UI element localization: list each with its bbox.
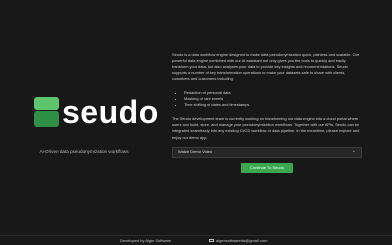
seudo-logo: seudo: [34, 96, 159, 128]
footer-email-link[interactable]: aigensoftwareltd@gmail.com: [209, 238, 267, 243]
footer-email-text: aigensoftwareltd@gmail.com: [216, 238, 268, 243]
feature-item: Time shifting of dates and timestamps: [184, 102, 362, 108]
mail-icon: [209, 238, 214, 243]
logo-mark-icon: [34, 97, 59, 127]
feature-list: Redaction of personal data Masking of ra…: [172, 90, 362, 108]
footer-credit: Developed by Aigin Software: [120, 238, 172, 243]
logo-wordmark: seudo: [62, 94, 159, 130]
development-paragraph: The Seudo development team is currently …: [172, 116, 360, 140]
watch-demo-video-label: Watch Demo Video: [178, 148, 213, 154]
chevron-down-icon: ⌄: [351, 148, 356, 155]
main-content: Seudo is a data workflow engine designed…: [172, 52, 362, 173]
intro-paragraph: Seudo is a data workflow engine designed…: [172, 52, 360, 82]
watch-demo-video-select[interactable]: Watch Demo Video ⌄: [172, 146, 362, 158]
logo-mark-bottom: [34, 111, 59, 127]
hero-branding: seudo AI-Driven data pseudonymization wo…: [0, 0, 160, 245]
logo-mark-top: [34, 97, 59, 110]
tagline: AI-Driven data pseudonymization workflow…: [39, 149, 129, 154]
footer: Developed by Aigin Software aigensoftwar…: [0, 235, 392, 245]
continue-to-seudo-button[interactable]: Continue To Seudo: [241, 162, 293, 173]
